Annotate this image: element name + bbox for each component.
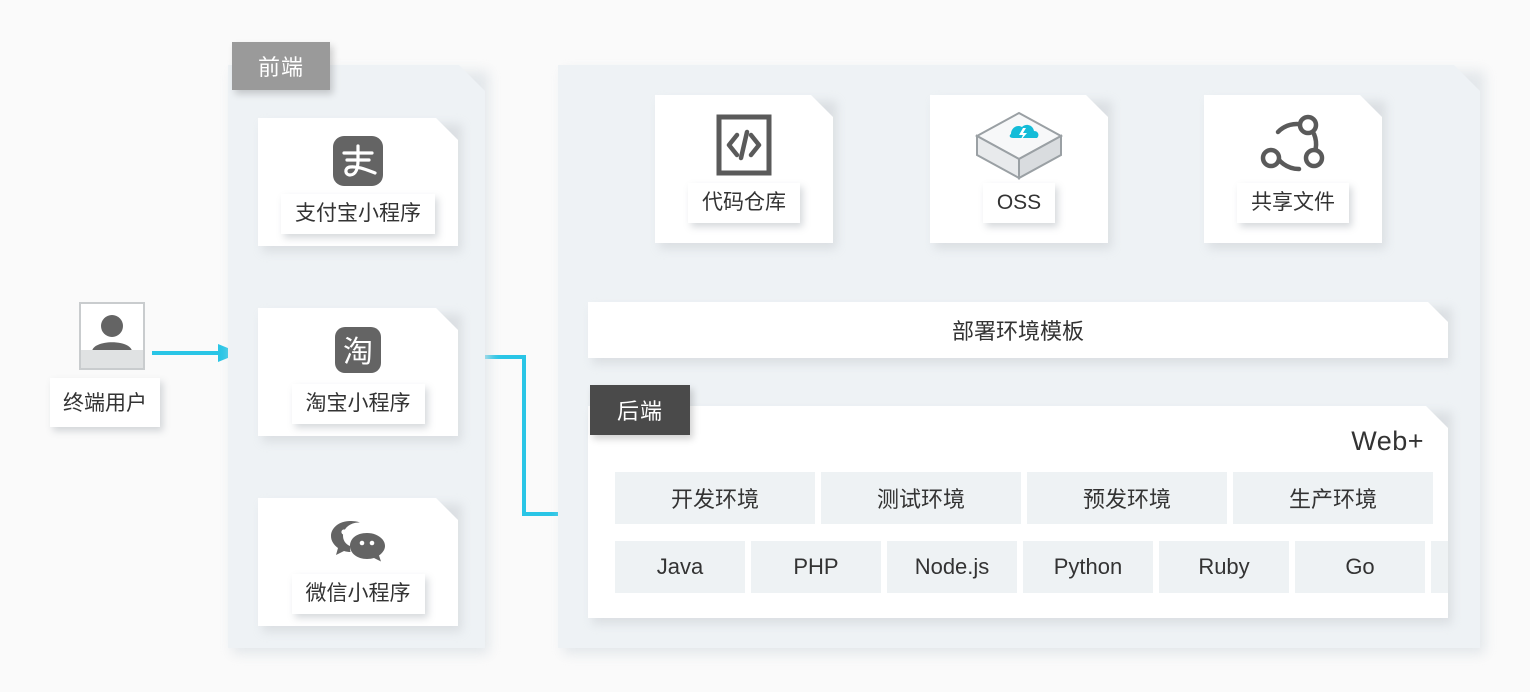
taobao-card-label: 淘宝小程序 xyxy=(292,384,425,424)
frontend-card-alipay[interactable]: 支付宝小程序 xyxy=(258,118,458,246)
frontend-tab-label: 前端 xyxy=(257,55,304,80)
diagram-canvas: 支付宝小程序 淘 淘宝小程序 微信小程序 前端 终端用户 代码仓库 OSS 共享… xyxy=(0,0,1530,692)
enduser-avatar xyxy=(79,302,145,370)
env-tag[interactable]: 生产环境 xyxy=(1233,472,1433,524)
svg-text:淘: 淘 xyxy=(343,335,373,370)
env-tag[interactable]: 测试环境 xyxy=(821,472,1021,524)
share-file-icon xyxy=(1256,113,1330,181)
wechat-card-label: 微信小程序 xyxy=(292,574,425,614)
oss-cloud-box-icon xyxy=(973,113,1065,181)
backend-card-oss[interactable]: OSS xyxy=(930,95,1108,243)
lang-tag[interactable]: Java xyxy=(615,541,745,593)
backend-section-tab: 后端 xyxy=(590,385,690,435)
wechat-icon xyxy=(329,514,387,568)
deploy-environment-template-bar[interactable]: 部署环境模板 xyxy=(588,302,1448,358)
code-repository-card-label: 代码仓库 xyxy=(688,183,800,223)
backend-card-share-file[interactable]: 共享文件 xyxy=(1204,95,1382,243)
alipay-card-label: 支付宝小程序 xyxy=(281,194,435,234)
oss-card-label: OSS xyxy=(983,183,1055,223)
lang-tag[interactable]: Python xyxy=(1023,541,1153,593)
taobao-icon: 淘 xyxy=(331,324,385,378)
deploy-bar-label: 部署环境模板 xyxy=(951,319,1084,344)
env-tag[interactable]: 开发环境 xyxy=(615,472,815,524)
webplus-panel: Web+ 开发环境 测试环境 预发环境 生产环境 Java PHP Node.j… xyxy=(588,406,1448,618)
share-file-card-label: 共享文件 xyxy=(1237,183,1349,223)
lang-tag[interactable]: PHP xyxy=(751,541,881,593)
lang-tag[interactable]: Go xyxy=(1295,541,1425,593)
frontend-section-tab: 前端 xyxy=(232,42,330,90)
frontend-card-taobao[interactable]: 淘 淘宝小程序 xyxy=(258,308,458,436)
webplus-title: Web+ xyxy=(1351,426,1424,456)
frontend-card-wechat[interactable]: 微信小程序 xyxy=(258,498,458,626)
code-repository-icon xyxy=(711,113,777,181)
enduser-label: 终端用户 xyxy=(50,378,160,427)
avatar-base-strip xyxy=(81,350,143,368)
backend-tab-label: 后端 xyxy=(616,399,663,424)
language-tag-row: Java PHP Node.js Python Ruby Go …… xyxy=(615,541,1530,593)
lang-tag[interactable]: Ruby xyxy=(1159,541,1289,593)
env-tag[interactable]: 预发环境 xyxy=(1027,472,1227,524)
backend-card-code-repository[interactable]: 代码仓库 xyxy=(655,95,833,243)
lang-tag[interactable]: Node.js xyxy=(887,541,1017,593)
connector-enduser-to-frontend xyxy=(152,344,240,362)
alipay-icon xyxy=(331,134,385,188)
environment-tag-row: 开发环境 测试环境 预发环境 生产环境 xyxy=(615,472,1433,524)
